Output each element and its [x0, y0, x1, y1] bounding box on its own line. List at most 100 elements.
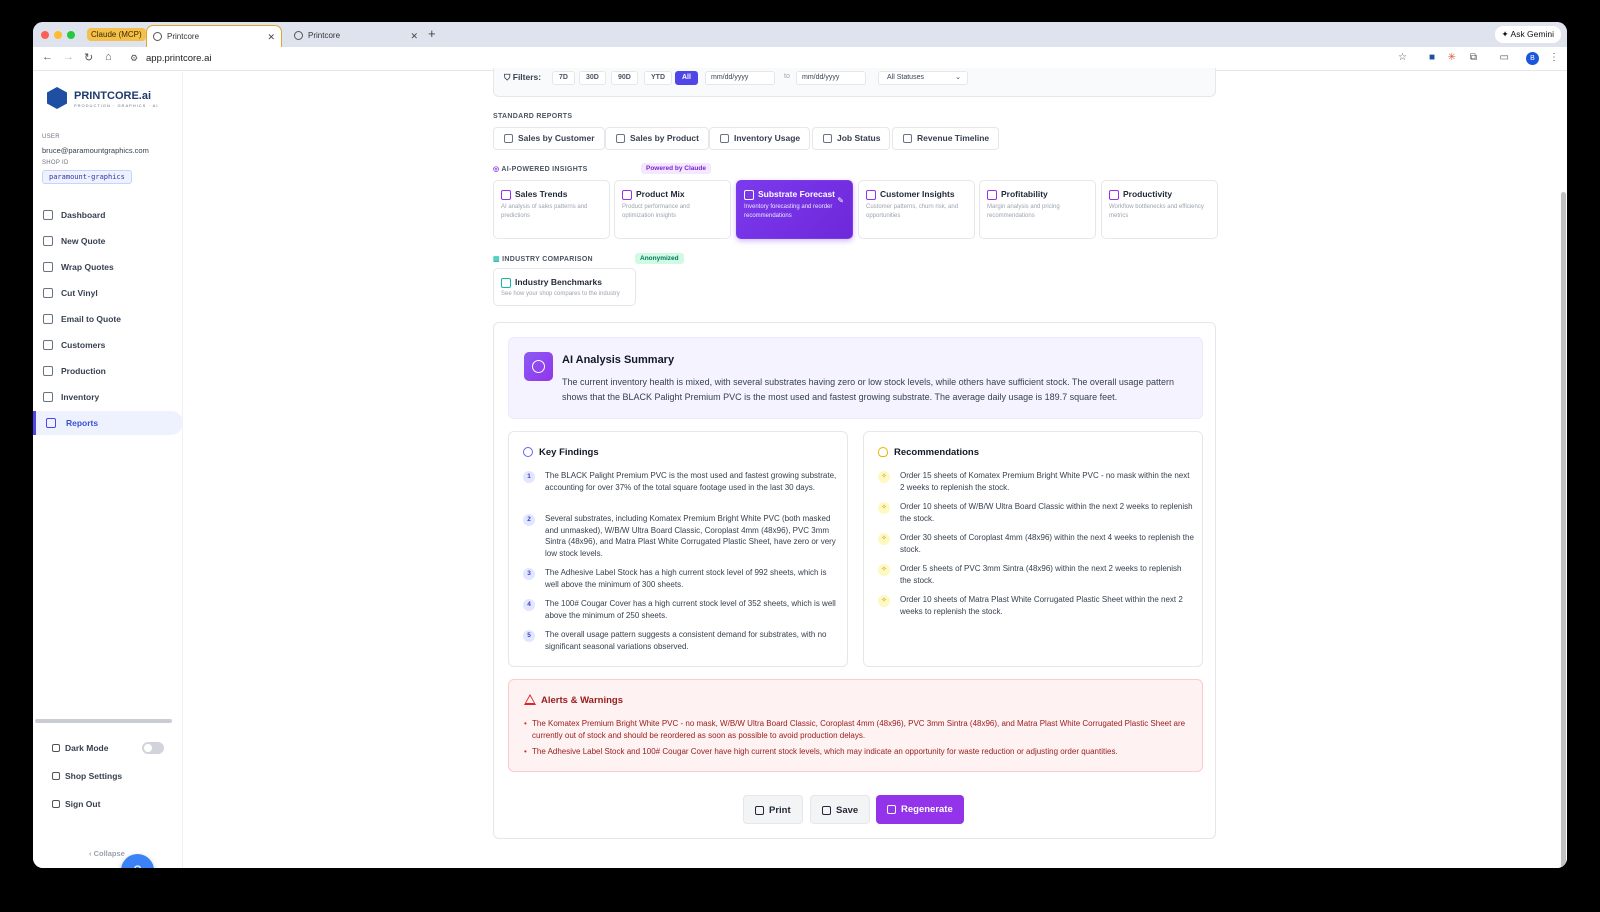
collapse-label: Collapse — [93, 849, 125, 858]
more-menu-icon[interactable]: ⋮ — [1549, 52, 1559, 63]
key-findings-title: Key Findings — [539, 447, 599, 458]
finding-number: 1 — [523, 471, 535, 483]
filters-label: ⛉ Filters: — [504, 72, 542, 82]
nav-production[interactable]: Production — [33, 359, 183, 383]
close-icon[interactable]: ✕ — [267, 26, 275, 48]
tab-search-icon[interactable]: ▭ — [1500, 52, 1509, 63]
nav-new-quote[interactable]: New Quote — [33, 229, 183, 253]
tab-title: Printcore — [308, 31, 341, 40]
sidebar-scrollbar[interactable] — [35, 719, 172, 723]
print-button[interactable]: Print — [743, 795, 803, 824]
dashboard-icon — [43, 210, 53, 220]
range-all[interactable]: All — [675, 71, 698, 85]
claude-extension-icon[interactable]: ✳ — [1448, 52, 1456, 63]
inventory-usage-button[interactable]: Inventory Usage — [709, 127, 811, 150]
finding-text: The BLACK Palight Premium PVC is the mos… — [545, 471, 837, 492]
maximize-window-button[interactable] — [67, 31, 75, 39]
button-label: Inventory Usage — [734, 133, 801, 143]
browser-tab-bar: Claude (MCP) Printcore ✕ Printcore ✕ + ✦… — [33, 22, 1567, 47]
insight-card-sales-trends[interactable]: Sales Trends AI analysis of sales patter… — [493, 180, 610, 239]
status-select[interactable]: All Statuses ⌄ — [878, 71, 968, 85]
date-from-input[interactable]: mm/dd/yyyy — [705, 71, 775, 85]
job-status-button[interactable]: Job Status — [812, 127, 891, 150]
browser-tab[interactable]: Printcore ✕ — [288, 25, 424, 47]
address-bar[interactable]: app.printcore.ai — [146, 53, 211, 64]
minimize-window-button[interactable] — [54, 31, 62, 39]
main-scrollbar[interactable] — [1561, 192, 1566, 868]
nav-inventory[interactable]: Inventory — [33, 385, 183, 409]
recommendations-title: Recommendations — [894, 447, 979, 458]
regenerate-button[interactable]: Regenerate — [876, 795, 964, 824]
extensions-puzzle-icon[interactable]: ⧉ — [1470, 52, 1477, 63]
dark-mode-toggle[interactable] — [142, 742, 164, 754]
users-icon — [504, 134, 513, 143]
sign-out-link[interactable]: Sign Out — [52, 799, 100, 809]
insight-card-product-mix[interactable]: Product Mix Product performance and opti… — [614, 180, 731, 239]
card-description: See how your shop compares to the indust… — [501, 291, 620, 297]
range-7d[interactable]: 7D — [552, 71, 575, 85]
car-icon — [43, 262, 53, 272]
range-90d[interactable]: 90D — [611, 71, 638, 85]
nav-dashboard[interactable]: Dashboard — [33, 203, 183, 227]
powered-by-claude-badge: Powered by Claude — [641, 163, 711, 174]
button-label: Revenue Timeline — [917, 133, 990, 143]
regenerate-label: Regenerate — [901, 804, 953, 815]
back-arrow-icon[interactable]: ← — [42, 51, 53, 63]
main-content: ⛉ Filters: 7D 30D 90D YTD All mm/dd/yyyy… — [184, 68, 1567, 868]
save-button[interactable]: Save — [810, 795, 871, 824]
ai-insights-title: ◎ AI-POWERED INSIGHTS — [493, 165, 588, 173]
browser-tab-active[interactable]: Printcore ✕ — [146, 25, 282, 47]
bar-chart-icon — [46, 418, 56, 428]
home-icon[interactable]: ⌂ — [105, 51, 112, 63]
card-title: Industry Benchmarks — [501, 277, 628, 288]
nav-label: New Quote — [61, 236, 106, 246]
nav-cut-vinyl[interactable]: Cut Vinyl — [33, 281, 183, 305]
extension-icon[interactable]: ■ — [1429, 52, 1435, 63]
insight-card-productivity[interactable]: Productivity Workflow bottlenecks and ef… — [1101, 180, 1218, 239]
globe-icon — [294, 31, 303, 40]
forward-arrow-icon[interactable]: → — [63, 51, 74, 63]
revenue-timeline-button[interactable]: Revenue Timeline — [892, 127, 1000, 150]
card-description: Customer patterns, churn risk, and oppor… — [866, 204, 959, 219]
reload-icon[interactable]: ↻ — [84, 51, 93, 64]
close-window-button[interactable] — [41, 31, 49, 39]
tab-group-label[interactable]: Claude (MCP) — [87, 28, 146, 41]
nav-label: Cut Vinyl — [61, 288, 98, 298]
bookmark-star-icon[interactable]: ☆ — [1398, 52, 1407, 63]
alert-item: The Adhesive Label Stock and 100# Cougar… — [524, 746, 1192, 758]
shop-settings-label: Shop Settings — [65, 771, 123, 781]
nav-wrap-quotes[interactable]: Wrap Quotes — [33, 255, 183, 279]
card-title: Customer Insights — [866, 189, 967, 200]
recommendation-text: Order 10 sheets of Matra Plast White Cor… — [900, 595, 1183, 616]
ask-gemini-button[interactable]: ✦ Ask Gemini — [1494, 26, 1561, 43]
range-ytd[interactable]: YTD — [644, 71, 672, 85]
recommendation-item: ✧ Order 30 sheets of Coroplast 4mm (48x96… — [878, 532, 1194, 555]
collapse-sidebar-button[interactable]: ‹ Collapse — [89, 849, 125, 858]
date-to-input[interactable]: mm/dd/yyyy — [796, 71, 866, 85]
nav-reports[interactable]: Reports — [33, 411, 183, 435]
finding-number: 5 — [523, 630, 535, 642]
sales-by-customer-button[interactable]: Sales by Customer — [493, 127, 605, 150]
insight-card-customer-insights[interactable]: Customer Insights Customer patterns, chu… — [858, 180, 975, 239]
new-tab-button[interactable]: + — [428, 26, 436, 41]
shop-settings-link[interactable]: Shop Settings — [52, 771, 122, 781]
refresh-icon — [887, 805, 896, 814]
alerts-card: Alerts & Warnings The Komatex Premium Br… — [508, 679, 1203, 772]
profile-avatar[interactable]: B — [1526, 52, 1539, 65]
warning-icon — [524, 694, 536, 705]
save-label: Save — [836, 805, 859, 816]
range-30d[interactable]: 30D — [579, 71, 606, 85]
insight-card-substrate-forecast[interactable]: Substrate Forecast ✎ Inventory forecasti… — [736, 180, 853, 239]
ai-summary-card: AI Analysis Summary The current inventor… — [508, 337, 1203, 419]
finding-number: 3 — [523, 568, 535, 580]
help-button[interactable]: ? — [121, 854, 154, 868]
nav-email-to-quote[interactable]: Email to Quote — [33, 307, 183, 331]
site-info-icon[interactable]: ⚙ — [130, 53, 138, 64]
recommendation-item: ✧ Order 5 sheets of PVC 3mm Sintra (48x96… — [878, 563, 1194, 586]
sales-by-product-button[interactable]: Sales by Product — [605, 127, 709, 150]
nav-customers[interactable]: Customers — [33, 333, 183, 357]
close-icon[interactable]: ✕ — [410, 25, 418, 47]
logo-name: PRINTCORE.ai — [74, 90, 152, 102]
insight-card-profitability[interactable]: Profitability Margin analysis and pricin… — [979, 180, 1096, 239]
industry-benchmarks-card[interactable]: Industry Benchmarks See how your shop co… — [493, 268, 636, 306]
